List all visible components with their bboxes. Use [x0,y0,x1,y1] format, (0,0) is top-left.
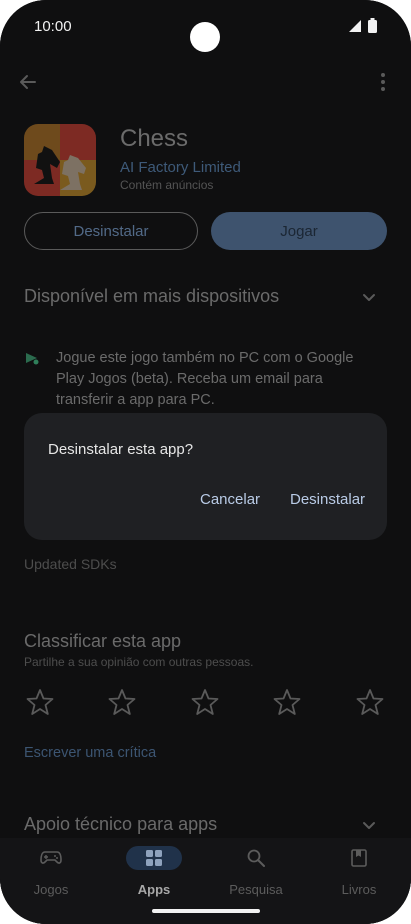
play-button[interactable]: Jogar [211,212,387,250]
signal-icon [349,19,361,32]
confirm-uninstall-button[interactable]: Desinstalar [290,491,365,508]
phone-frame: 10:00 Chess AI Factory Limited Contém an… [0,0,411,924]
devices-description: Jogue este jogo também no PC com o Googl… [56,350,354,408]
screen: 10:00 Chess AI Factory Limited Contém an… [0,0,411,924]
write-review-link[interactable]: Escrever uma crítica [24,745,156,761]
support-section-title[interactable]: Apoio técnico para apps [24,814,217,835]
star-4-icon[interactable] [273,688,301,716]
rating-title: Classificar esta app [24,631,182,651]
status-time: 10:00 [34,18,72,35]
nav-item-jogos[interactable]: Jogos [11,846,91,906]
cancel-button[interactable]: Cancelar [200,491,260,508]
uninstall-dialog: Desinstalar esta app? Cancelar Desinstal… [24,413,387,540]
developer-link[interactable]: AI Factory Limited [120,159,241,176]
uninstall-button[interactable]: Desinstalar [24,212,198,250]
whats-new-text: Updated SDKs [24,556,117,572]
search-icon [228,846,284,870]
nav-label-pesquisa: Pesquisa [229,882,283,897]
chevron-down-icon[interactable] [361,289,377,305]
dialog-title: Desinstalar esta app? [48,441,194,458]
battery-icon [368,18,377,33]
star-3-icon[interactable] [191,688,219,716]
app-icon [24,124,96,196]
nav-item-livros[interactable]: Livros [319,846,399,906]
gamepad-icon [23,846,79,870]
nav-item-apps[interactable]: Apps [114,846,194,906]
book-icon [331,846,387,870]
more-options-icon[interactable] [369,68,397,96]
rating-subtitle: Partilhe a sua opinião com outras pessoa… [24,655,254,669]
star-2-icon[interactable] [108,688,136,716]
rating-stars [24,688,387,716]
status-bar: 10:00 [0,0,411,56]
home-indicator[interactable] [152,909,260,913]
nav-item-pesquisa[interactable]: Pesquisa [216,846,296,906]
star-5-icon[interactable] [356,688,384,716]
nav-label-livros: Livros [341,882,377,897]
status-icons [348,18,377,33]
google-play-games-icon [26,353,39,365]
devices-section-title[interactable]: Disponível em mais dispositivos [24,286,279,307]
top-bar [0,64,411,104]
ads-notice: Contém anúncios [120,178,214,192]
app-title: Chess [120,125,189,152]
star-1-icon[interactable] [26,688,54,716]
apps-grid-icon [126,846,182,870]
nav-label-apps: Apps [137,882,171,897]
support-chevron-down-icon[interactable] [361,817,377,833]
front-camera [190,22,220,52]
nav-label-jogos: Jogos [33,882,69,897]
back-arrow-icon[interactable] [14,68,42,96]
